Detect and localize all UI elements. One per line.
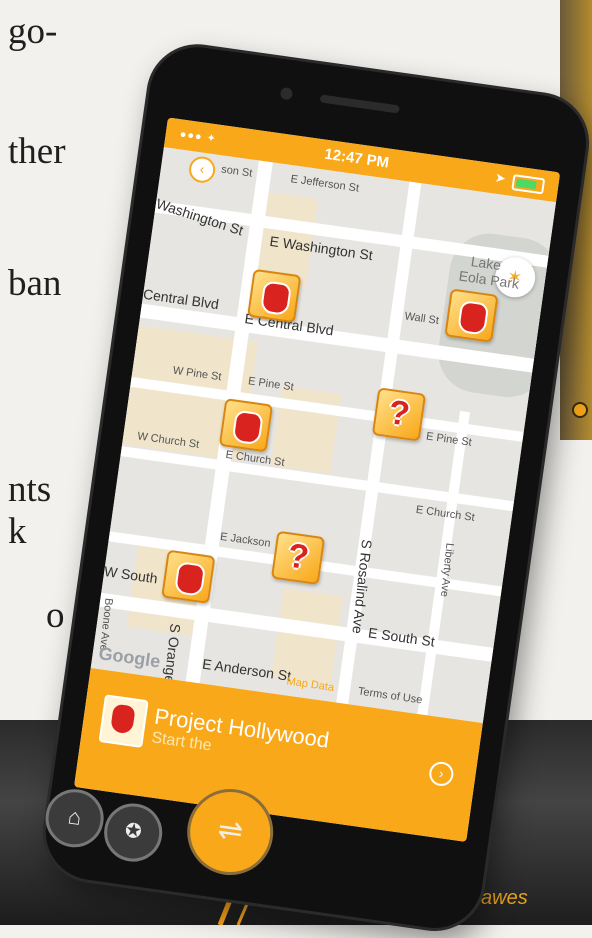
signpost-icon: ⇌ (215, 812, 246, 849)
location-arrow-icon: ➤ (493, 169, 507, 186)
award-icon: ✪ (123, 819, 144, 844)
store-icon: ⌂ (66, 803, 84, 831)
text-fragment: k (8, 511, 27, 552)
city-map[interactable]: ‹ ✶ son St E Jefferson St Washington St … (90, 147, 561, 724)
street-label: E Pine St (247, 375, 295, 394)
status-time: 12:47 PM (323, 145, 391, 172)
quest-marker-question[interactable] (270, 530, 326, 585)
text-fragment: ban (8, 263, 62, 304)
quest-marker-hand[interactable] (247, 268, 302, 324)
slide-background-text: go- ther ban nts k o (0, 0, 80, 760)
text-fragment: nts (8, 469, 52, 510)
street-label: son St (220, 163, 254, 180)
quest-marker-hand[interactable] (161, 549, 216, 604)
street-label: Wall St (403, 310, 440, 328)
quest-marker-hand[interactable] (444, 288, 499, 343)
street-label: E Jefferson St (289, 173, 360, 195)
chevron-right-icon[interactable]: › (427, 760, 455, 788)
text-fragment: ther (8, 131, 66, 172)
hand-icon (98, 694, 149, 748)
google-logo: Google (97, 643, 162, 672)
quest-marker-hand[interactable] (218, 398, 274, 453)
speaker-grille (319, 94, 400, 114)
terms-link[interactable]: Terms of Use (357, 686, 423, 707)
text-fragment: o (46, 595, 65, 636)
phone-mockup: ●●● ✦ 12:47 PM ➤ ‹ ✶ son St E Jefferson … (39, 41, 592, 935)
battery-icon (511, 174, 546, 195)
signal-wifi-icon: ●●● ✦ (178, 128, 218, 146)
camera-icon (279, 86, 294, 101)
text-fragment: go- (8, 11, 58, 52)
street-label: S Rosalind Ave (349, 538, 376, 635)
quest-marker-question[interactable] (371, 387, 427, 442)
back-button[interactable]: ‹ (187, 154, 217, 185)
